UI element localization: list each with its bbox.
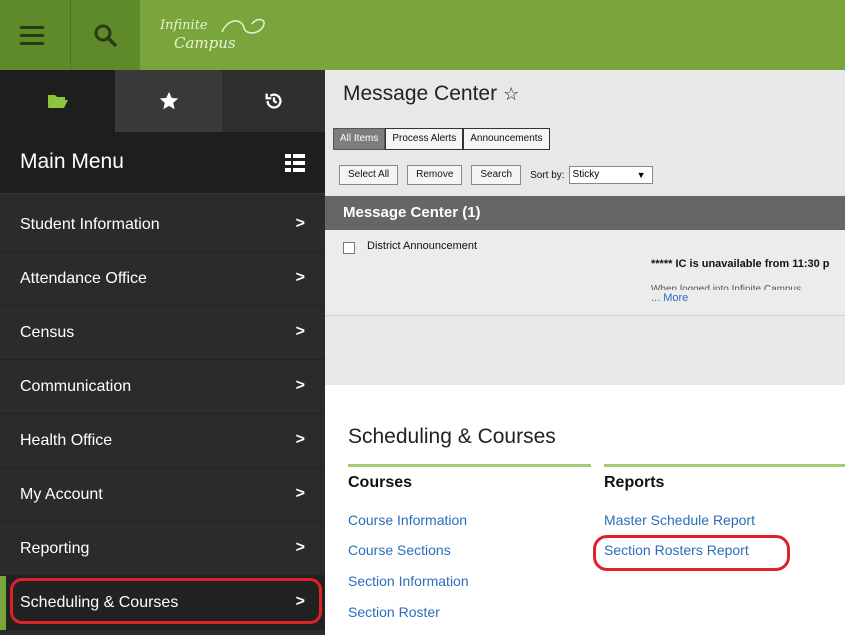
sidebar-item-communication[interactable]: Communication > <box>0 360 325 414</box>
chevron-down-icon: ▼ <box>636 170 646 180</box>
sidebar-item-reporting[interactable]: Reporting > <box>0 522 325 576</box>
sidebar-item-attendance-office[interactable]: Attendance Office > <box>0 252 325 306</box>
history-icon <box>265 93 282 109</box>
message-checkbox[interactable] <box>343 242 355 254</box>
message-body-continued: When logged into Infinite Campus <box>651 284 802 290</box>
tab-history[interactable] <box>222 70 325 132</box>
chevron-right-icon: > <box>295 485 305 502</box>
sidebar-item-census[interactable]: Census > <box>0 306 325 360</box>
chevron-right-icon: > <box>295 215 305 232</box>
master-schedule-report-link[interactable]: Master Schedule Report <box>604 512 755 528</box>
course-information-link[interactable]: Course Information <box>348 512 467 528</box>
section-information-link[interactable]: Section Information <box>348 573 469 589</box>
select-all-button[interactable]: Select All <box>339 165 399 185</box>
app-root: Infinite Campus Main Menu Student Inform… <box>0 0 845 635</box>
courses-underline <box>348 464 591 467</box>
sort-select[interactable]: Sticky ▼ <box>568 166 653 184</box>
chevron-right-icon: > <box>295 323 305 340</box>
message-row[interactable]: District Announcement ***** IC is unavai… <box>325 230 845 316</box>
grid-view-icon[interactable] <box>285 154 305 172</box>
course-sections-link[interactable]: Course Sections <box>348 542 451 558</box>
remove-button[interactable]: Remove <box>407 165 463 185</box>
section-title: Scheduling & Courses <box>348 425 556 448</box>
reports-underline <box>604 464 845 467</box>
top-bar: Infinite Campus <box>0 0 845 70</box>
favorite-star-icon[interactable]: ☆ <box>503 84 519 104</box>
message-body: ***** IC is unavailable from 11:30 p <box>651 258 830 270</box>
folder-open-icon <box>47 95 68 108</box>
chevron-right-icon: > <box>295 377 305 394</box>
highlight-outline-scheduling <box>10 578 322 624</box>
section-roster-link[interactable]: Section Roster <box>348 604 440 620</box>
main-content: Message Center ☆ All Items Process Alerts… <box>325 70 845 635</box>
sidebar: Main Menu Student Information > Attendan… <box>0 70 325 635</box>
message-center-panel: Message Center ☆ All Items Process Alerts… <box>325 70 845 385</box>
sidebar-item-my-account[interactable]: My Account > <box>0 468 325 522</box>
main-menu-header: Main Menu <box>0 132 325 194</box>
chevron-right-icon: > <box>295 269 305 286</box>
page-title: Message Center ☆ <box>343 82 520 105</box>
tab-folder[interactable] <box>0 70 115 132</box>
chevron-right-icon: > <box>295 431 305 448</box>
tab-announcements[interactable]: Announcements <box>463 128 550 150</box>
hamburger-menu-icon[interactable] <box>20 26 44 45</box>
sidebar-item-student-information[interactable]: Student Information > <box>0 198 325 252</box>
message-tabs: All Items Process Alerts Announcements <box>333 128 550 150</box>
tab-process-alerts[interactable]: Process Alerts <box>385 128 464 150</box>
search-button[interactable]: Search <box>471 165 522 185</box>
sidebar-item-health-office[interactable]: Health Office > <box>0 414 325 468</box>
tab-all-items[interactable]: All Items <box>333 128 386 150</box>
main-menu-list: Student Information > Attendance Office … <box>0 198 325 630</box>
sort-label: Sort by: <box>530 169 565 181</box>
reports-heading: Reports <box>604 474 665 491</box>
message-center-bar: Message Center (1) <box>325 196 845 230</box>
chevron-right-icon: > <box>295 539 305 556</box>
main-menu-title: Main Menu <box>20 150 124 173</box>
message-toolbar: Select All Remove Search Sort by: Sticky… <box>339 165 653 185</box>
star-icon <box>159 91 179 110</box>
more-link[interactable]: ... More <box>651 292 688 304</box>
highlight-outline-section-rosters-report <box>593 535 790 571</box>
sidebar-tabs <box>0 70 325 132</box>
infinite-campus-logo[interactable]: Infinite Campus <box>160 16 270 56</box>
message-type: District Announcement <box>367 240 478 252</box>
search-icon[interactable] <box>92 22 118 48</box>
tab-favorites[interactable] <box>115 70 223 132</box>
logo-swirl-icon <box>221 18 265 34</box>
courses-heading: Courses <box>348 474 413 491</box>
